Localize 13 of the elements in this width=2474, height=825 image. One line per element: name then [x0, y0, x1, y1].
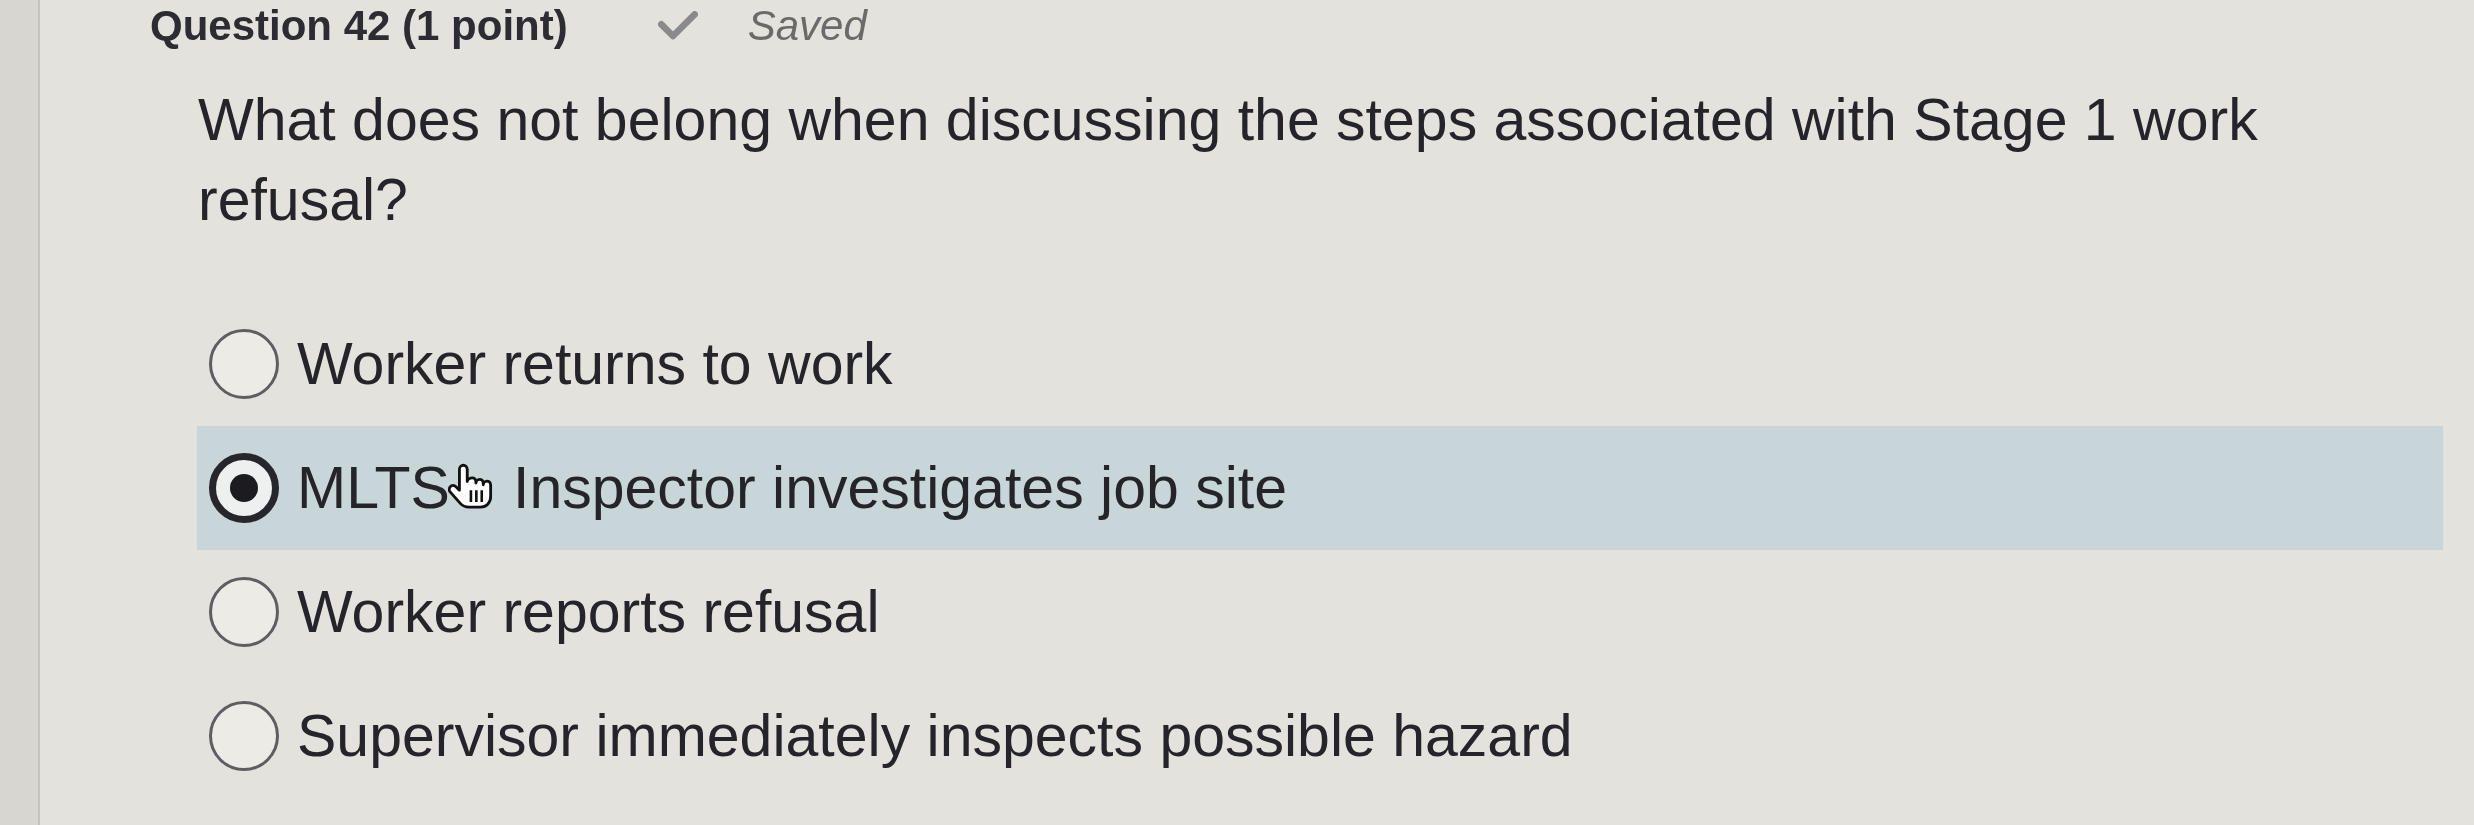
option-label: MLTS — [297, 454, 450, 523]
checkmark-icon — [657, 11, 698, 41]
option-label: Worker returns to work — [297, 330, 893, 399]
option-label: Supervisor immediately inspects possible hazard — [297, 702, 1573, 771]
option-label: Inspector investigates job site — [513, 454, 1287, 523]
answer-option[interactable]: Worker returns to work — [197, 302, 2443, 426]
answer-option[interactable]: Supervisor immediately inspects possible hazard — [197, 674, 2443, 798]
option-label: Worker reports refusal — [297, 578, 880, 647]
saved-status: Saved — [747, 1, 867, 51]
answer-option[interactable]: Worker reports refusal — [197, 550, 2443, 674]
question-text: What does not belong when discussing the steps associated with Stage 1 work refusal? — [198, 86, 2259, 235]
question-title: Question 42 (1 point) — [150, 1, 568, 51]
answer-option[interactable]: MLTS Inspector investigates job site — [197, 426, 2443, 550]
